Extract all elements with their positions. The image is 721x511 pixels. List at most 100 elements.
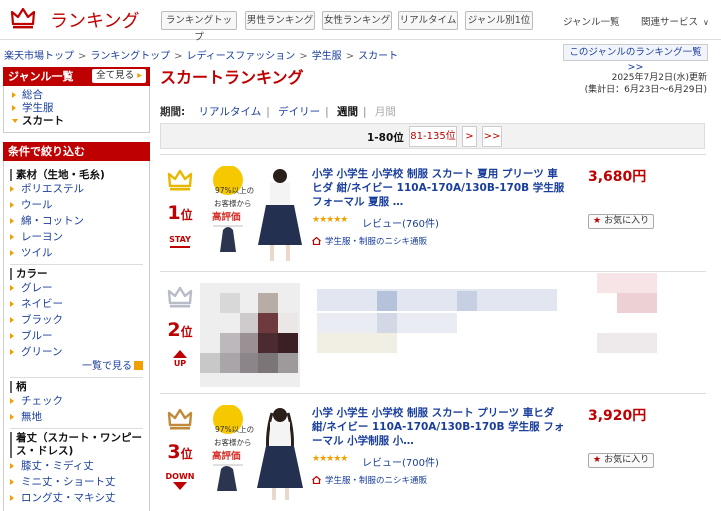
breadcrumb-rakuten-top[interactable]: 楽天市場トップ — [4, 51, 74, 62]
review-count-link[interactable]: レビュー(760件) — [362, 215, 439, 230]
crown-logo-icon[interactable] — [10, 6, 36, 30]
badge-text-2: お客様から — [214, 437, 252, 447]
product-price: 3,680円 — [588, 169, 647, 185]
filter-item[interactable]: 無地 — [10, 409, 149, 425]
rank-suffix: 位 — [180, 447, 193, 461]
ranking-logo-text[interactable]: ランキング — [50, 7, 139, 33]
triangle-bullet-icon — [10, 414, 14, 420]
breadcrumb-school-uniform[interactable]: 学生服 — [312, 51, 342, 62]
filter-item-label: ロング丈・マキシ丈 — [21, 492, 116, 504]
tab-male-ranking[interactable]: 男性ランキング — [245, 11, 315, 30]
product-thumbnail[interactable]: 97%以上の お客様から 高評価 — [208, 405, 303, 500]
filter-item[interactable]: ツイル — [10, 245, 149, 261]
show-list-label: 一覧で見る — [82, 361, 132, 372]
add-favorite-button[interactable]: ★ お気に入り — [588, 453, 654, 468]
genre-item-school-uniform[interactable]: 学生服 — [12, 102, 149, 115]
color-show-list-link[interactable]: 一覧で見る — [10, 360, 149, 374]
trend-underline — [170, 246, 190, 248]
filter-heading-color: カラー — [10, 268, 149, 280]
filter-item[interactable]: グレー — [10, 280, 149, 296]
filter-item[interactable]: ブルー — [10, 328, 149, 344]
filter-item[interactable]: ネイビー — [10, 296, 149, 312]
filter-item[interactable]: 綿・コットン — [10, 213, 149, 229]
triangle-bullet-icon — [10, 234, 14, 240]
genre-item-overall[interactable]: 総合 — [12, 89, 149, 102]
next-range-button[interactable]: 81-135位 — [409, 126, 457, 147]
breadcrumb-separator: > — [174, 51, 183, 62]
filter-item[interactable]: ポリエステル — [10, 181, 149, 197]
genre-list-link[interactable]: ジャンル一覧 — [563, 14, 620, 28]
tab-ranking-top[interactable]: ランキングトップ — [161, 11, 237, 43]
filter-item[interactable]: チェック — [10, 393, 149, 409]
add-favorite-button[interactable]: ★ お気に入り — [588, 214, 654, 229]
star-icon: ★ — [593, 455, 602, 465]
rank-value: 1 — [167, 202, 181, 224]
breadcrumb-skirt[interactable]: スカート — [358, 51, 398, 62]
product-image: 97%以上の お客様から 高評価 — [212, 166, 302, 261]
filter-item-label: ウール — [21, 199, 53, 211]
genre-item-label: 総合 — [22, 89, 43, 101]
ranking-item: 1位 STAY 97%以上の お客様から 高評価 小学 小学生 小学校 制服 ス… — [160, 156, 706, 268]
rank-value: 2 — [167, 319, 181, 341]
genre-item-label: 学生服 — [22, 102, 54, 114]
shop-name-link[interactable]: 学生服・制服のニシキ通販 — [312, 474, 427, 486]
trend-label: UP — [173, 359, 187, 368]
favorite-label: お気に入り — [604, 455, 650, 465]
triangle-bullet-icon — [12, 92, 16, 98]
filter-item[interactable]: ミニ丈・ショート丈 — [10, 474, 149, 490]
show-all-button[interactable]: 全て見る ▸ — [92, 69, 146, 83]
update-date: 2025年7月2日(水)更新 (集計日：6月23日〜6月29日) — [585, 72, 707, 96]
genre-list-title: ジャンル一覧 全て見る ▸ — [3, 67, 150, 86]
product-title-link[interactable]: 小学 小学生 小学校 制服 スカート 夏用 プリーツ 車ヒダ 紺/ネイビー 11… — [312, 167, 566, 209]
show-all-label: 全て見る — [96, 70, 135, 81]
divider — [160, 393, 706, 394]
next-page-button[interactable]: > — [462, 126, 477, 147]
filter-item-label: 膝丈・ミディ丈 — [21, 460, 94, 472]
triangle-bullet-icon — [10, 317, 14, 323]
triangle-bullet-icon — [10, 479, 14, 485]
triangle-bullet-icon — [10, 202, 14, 208]
filter-item[interactable]: 膝丈・ミディ丈 — [10, 458, 149, 474]
divider — [10, 377, 143, 378]
genre-ranking-list-button[interactable]: このジャンルのランキング一覧>> — [563, 44, 708, 73]
rank-number: 2位 — [160, 319, 200, 341]
badge-text-2: お客様から — [214, 198, 252, 208]
period-realtime-link[interactable]: リアルタイム — [199, 106, 262, 118]
filter-item-label: チェック — [21, 395, 63, 407]
triangle-bullet-icon — [10, 463, 14, 469]
shop-house-icon — [312, 475, 321, 485]
breadcrumb-ranking-top[interactable]: ランキングトップ — [90, 51, 170, 62]
triangle-bullet-icon — [10, 333, 14, 339]
product-thumbnail[interactable]: 97%以上の お客様から 高評価 — [208, 166, 303, 261]
last-page-button[interactable]: >> — [482, 126, 502, 147]
tab-female-ranking[interactable]: 女性ランキング — [322, 11, 392, 30]
filter-panel: 素材（生地・毛糸) ポリエステル ウール 綿・コットン レーヨン ツイル カラー… — [3, 161, 150, 511]
triangle-bullet-icon — [10, 495, 14, 501]
shop-name: 学生服・制服のニシキ通販 — [325, 237, 428, 247]
shop-name-link[interactable]: 学生服・制服のニシキ通販 — [312, 235, 427, 247]
filter-item[interactable]: ロング丈・マキシ丈 — [10, 490, 149, 506]
current-page-range: 1-80位 — [367, 132, 404, 144]
filter-item[interactable]: レーヨン — [10, 229, 149, 245]
filter-item[interactable]: グリーン — [10, 344, 149, 360]
period-monthly-disabled: 月間 — [374, 106, 396, 118]
divider — [160, 271, 706, 272]
page-title: スカートランキング — [160, 68, 304, 87]
review-count-link[interactable]: レビュー(700件) — [362, 454, 439, 469]
rank-trend-stay: STAY — [160, 235, 200, 248]
filter-title: 条件で絞り込む — [3, 142, 150, 161]
filter-item-label: ネイビー — [21, 298, 63, 310]
breadcrumb-ladies-fashion[interactable]: レディースファッション — [186, 51, 295, 62]
filter-heading-length: 着丈（スカート・ワンピース・ドレス) — [10, 432, 149, 458]
filter-item[interactable]: ブラック — [10, 312, 149, 328]
period-daily-link[interactable]: デイリー — [278, 106, 320, 118]
genre-item-skirt: スカート — [12, 115, 149, 128]
tab-genre-first[interactable]: ジャンル別1位 — [465, 11, 533, 30]
sidebar: ジャンル一覧 全て見る ▸ 総合 学生服 スカート 条件で絞り込む 素材（生地・… — [3, 67, 150, 511]
product-title-link[interactable]: 小学 小学生 小学校 制服 スカート プリーツ 車ヒダ 紺/ネイビー 110A-… — [312, 406, 566, 448]
filter-item-label: ブラック — [21, 314, 63, 326]
related-services-link[interactable]: 関連サービス ∨ — [641, 14, 709, 28]
favorite-label: お気に入り — [604, 216, 650, 226]
tab-realtime[interactable]: リアルタイム — [398, 11, 458, 30]
filter-item[interactable]: ウール — [10, 197, 149, 213]
